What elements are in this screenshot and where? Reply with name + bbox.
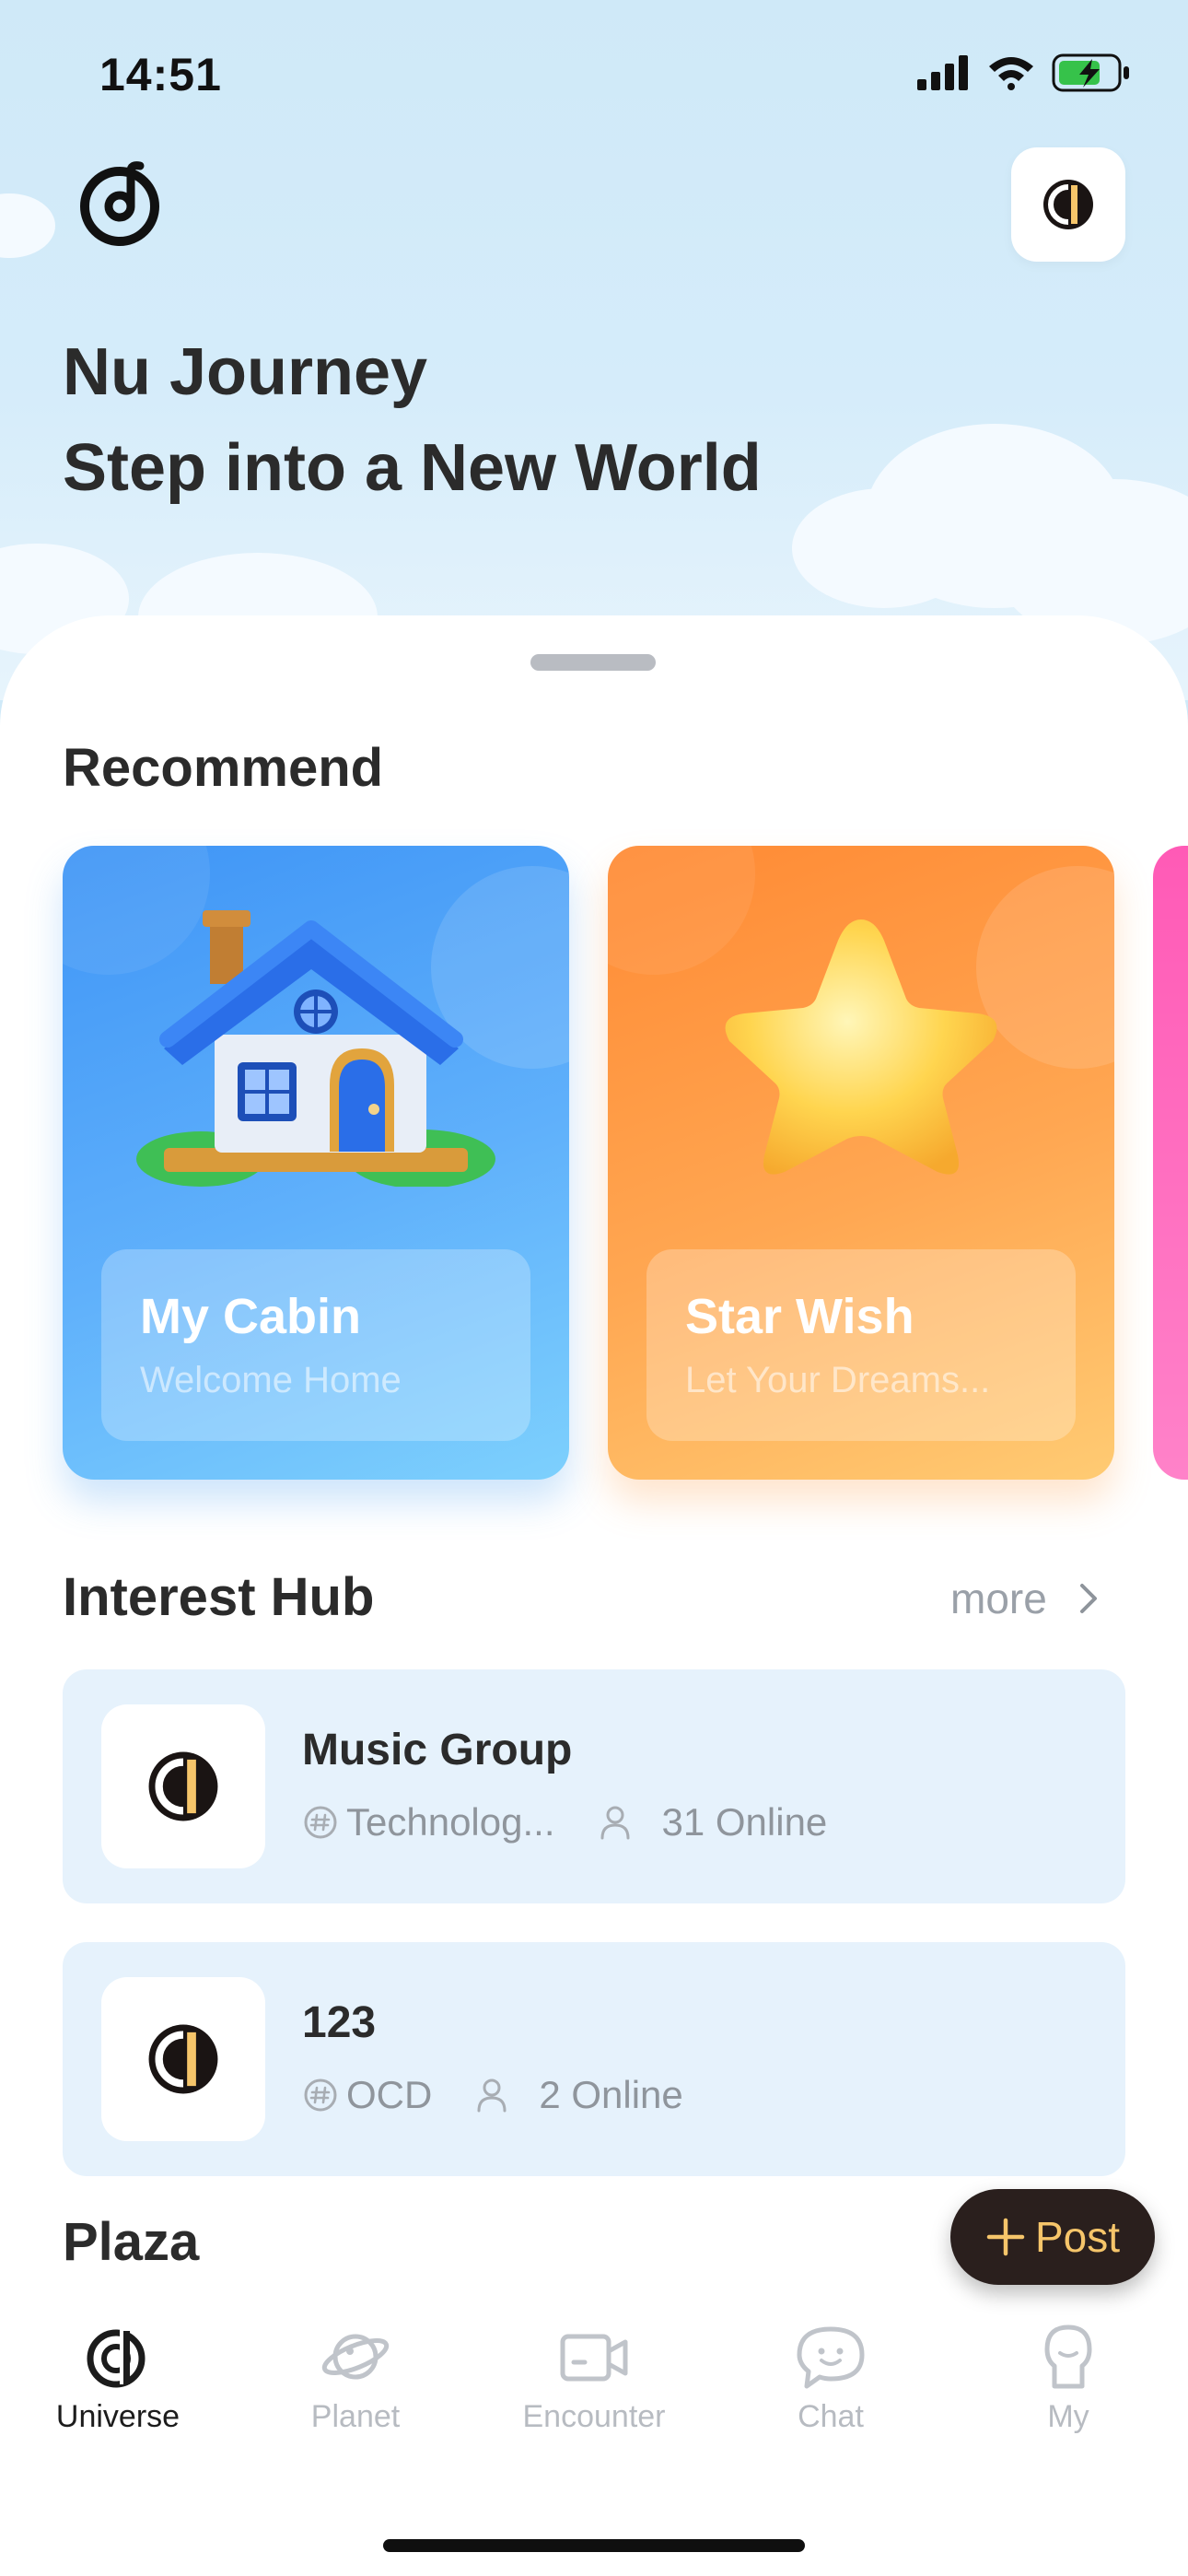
- sheet-grabber[interactable]: [530, 654, 656, 671]
- tab-label: Encounter: [522, 2399, 666, 2434]
- hub-item-online: 2 Online: [539, 2073, 683, 2116]
- hub-item-tag: OCD: [346, 2073, 433, 2116]
- tab-chat[interactable]: Chat: [739, 2322, 923, 2435]
- post-button[interactable]: Post: [950, 2189, 1155, 2285]
- encounter-icon: [560, 2334, 628, 2382]
- tab-label: My: [1047, 2399, 1089, 2434]
- hub-item-name: Music Group: [302, 1726, 573, 1774]
- card-title: My Cabin: [140, 1289, 362, 1344]
- group-avatar: [101, 1977, 265, 2141]
- chat-icon: [797, 2326, 865, 2389]
- avatar-button[interactable]: [1011, 147, 1125, 262]
- cellular-signal-icon: [917, 55, 968, 90]
- hub-item-meta: OCD 2 Online: [302, 2073, 683, 2117]
- card-label: My Cabin Welcome Home: [101, 1249, 530, 1441]
- post-button-label: Post: [1034, 2213, 1121, 2261]
- plaza-title: Plaza: [63, 2212, 200, 2272]
- topic-hashtag-icon: [304, 2078, 337, 2112]
- star-icon: [725, 919, 997, 1175]
- brand-logo-icon: [148, 1751, 218, 1821]
- tab-universe[interactable]: Universe: [26, 2322, 210, 2435]
- chevron-right-icon: [1079, 1584, 1097, 1613]
- person-icon: [477, 2078, 507, 2113]
- status-time: 14:51: [99, 49, 222, 100]
- battery-charging-icon: [1052, 53, 1129, 92]
- interest-hub-title: Interest Hub: [63, 1567, 375, 1627]
- more-label: more: [950, 1575, 1047, 1622]
- recommend-title: Recommend: [63, 738, 384, 798]
- hero-line-1: Nu Journey: [63, 335, 428, 409]
- wifi-icon: [989, 57, 1033, 90]
- hub-item-name: 123: [302, 1998, 377, 2047]
- hub-item-123[interactable]: 123 OCD 2 Online: [63, 1942, 1125, 2176]
- recommend-card-my-cabin[interactable]: My Cabin Welcome Home: [63, 846, 569, 1480]
- topic-hashtag-icon: [304, 1806, 337, 1839]
- recommend-card-partial[interactable]: [1153, 846, 1188, 1480]
- tab-label: Universe: [55, 2399, 181, 2434]
- tab-label: Chat: [798, 2399, 864, 2434]
- hub-item-music-group[interactable]: Music Group Technolog... 31 Online: [63, 1669, 1125, 1903]
- house-icon: [136, 910, 495, 1187]
- more-link[interactable]: more: [950, 1574, 1099, 1623]
- card-subtitle: Welcome Home: [140, 1360, 402, 1400]
- card-label: Star Wish Let Your Dreams...: [646, 1249, 1076, 1441]
- brand-logo-icon: [1043, 180, 1093, 229]
- tab-encounter[interactable]: Encounter: [502, 2322, 686, 2435]
- hub-item-online: 31 Online: [661, 1800, 828, 1844]
- person-icon: [600, 1806, 629, 1840]
- brand-logo-icon: [148, 2024, 218, 2094]
- tab-label: Planet: [310, 2399, 401, 2434]
- card-subtitle: Let Your Dreams...: [685, 1360, 991, 1400]
- hub-item-meta: Technolog... 31 Online: [302, 1800, 827, 1844]
- hero-title: Nu Journey Step into a New World: [63, 324, 762, 516]
- tab-my[interactable]: My: [976, 2322, 1160, 2435]
- tab-planet[interactable]: Planet: [263, 2322, 448, 2435]
- home-indicator: [383, 2539, 805, 2552]
- profile-icon: [1044, 2324, 1092, 2389]
- hero-line-2: Step into a New World: [63, 431, 762, 505]
- card-title: Star Wish: [685, 1289, 914, 1344]
- status-bar: 14:51: [0, 0, 1188, 147]
- bottom-tab-bar: Universe Planet Encounter Chat My: [0, 2322, 1188, 2506]
- app-logo-icon[interactable]: [74, 155, 168, 249]
- planet-icon: [321, 2334, 390, 2380]
- group-avatar: [101, 1704, 265, 1868]
- universe-icon: [87, 2329, 146, 2388]
- status-icons: [917, 53, 1131, 92]
- recommend-card-star-wish[interactable]: Star Wish Let Your Dreams...: [608, 846, 1114, 1480]
- hub-item-tag: Technolog...: [346, 1800, 555, 1844]
- plus-icon: [986, 2218, 1025, 2256]
